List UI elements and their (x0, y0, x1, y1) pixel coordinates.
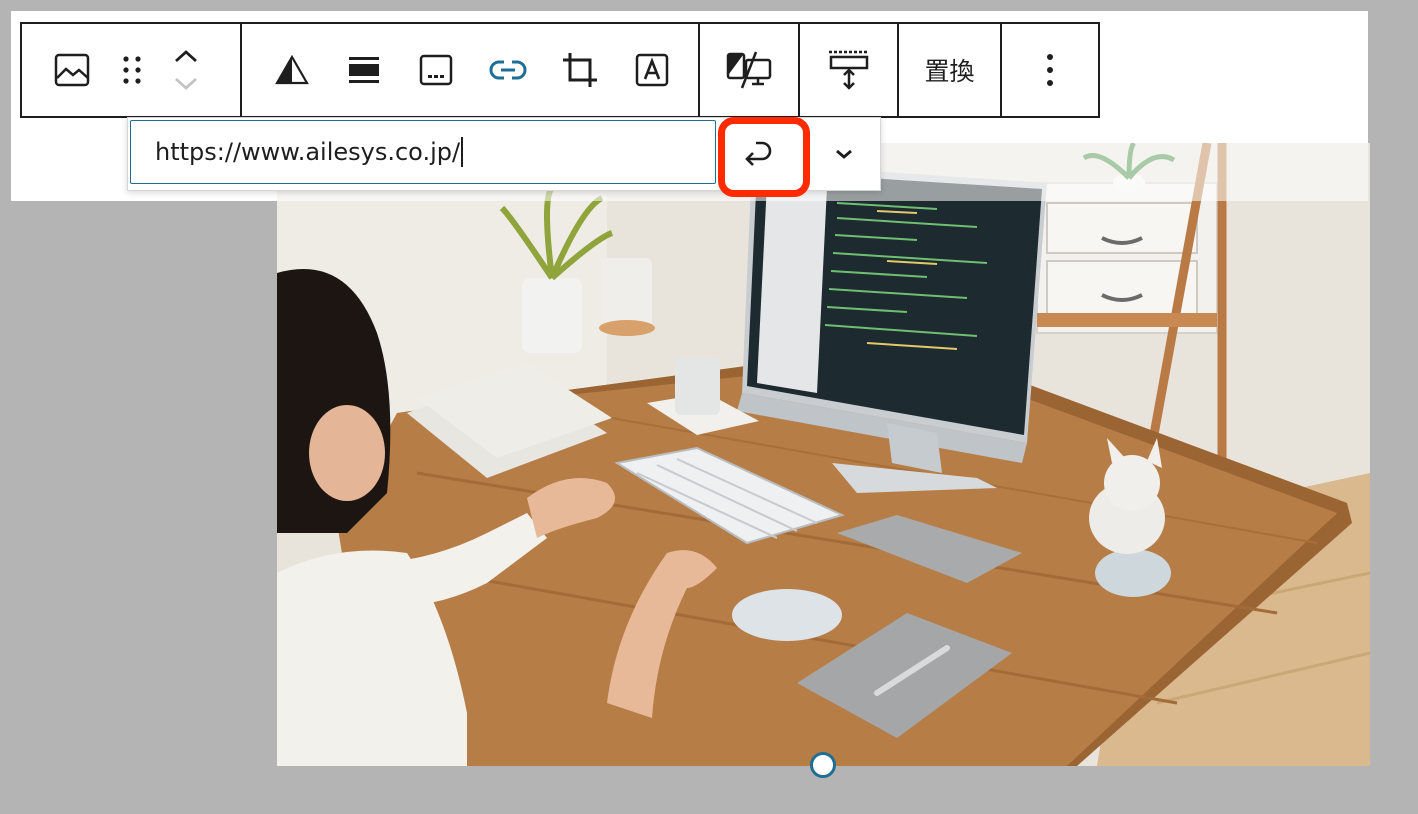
image-block[interactable] (277, 143, 1370, 766)
options-button[interactable] (1014, 34, 1086, 106)
crop-button[interactable] (544, 34, 616, 106)
text-overlay-icon (635, 53, 669, 87)
height-icon (828, 50, 869, 90)
drag-handle-icon (123, 56, 141, 84)
link-icon (489, 60, 527, 80)
align-icon (349, 57, 379, 83)
crop-icon (563, 53, 597, 87)
link-popover: https://www.ailesys.co.jp/ (127, 117, 881, 191)
image-icon (54, 53, 90, 87)
options-icon (1047, 54, 1053, 86)
chevron-down-icon (836, 149, 852, 159)
unsync-button[interactable] (713, 34, 785, 106)
move-up-icon[interactable] (173, 48, 199, 64)
toolbar-group-block (22, 24, 240, 116)
submit-button[interactable] (728, 124, 788, 184)
toolbar-group-replace: 置換 (897, 24, 1000, 116)
toolbar-group-options (1000, 24, 1098, 116)
duotone-button[interactable] (256, 34, 328, 106)
enter-return-icon (745, 141, 772, 166)
unsync-icon (726, 51, 772, 89)
height-button[interactable] (813, 34, 885, 106)
replace-button[interactable]: 置換 (918, 52, 980, 88)
workspace-photo (277, 143, 1370, 766)
link-button[interactable] (472, 34, 544, 106)
caption-button[interactable] (400, 34, 472, 106)
url-input-value: https://www.ailesys.co.jp/ (155, 138, 461, 166)
resize-handle[interactable] (810, 752, 836, 778)
image-block-button[interactable] (36, 34, 108, 106)
link-settings-toggle[interactable] (816, 124, 872, 184)
caption-icon (419, 54, 453, 86)
toolbar-group-height (798, 24, 897, 116)
url-input[interactable]: https://www.ailesys.co.jp/ (130, 120, 716, 184)
toolbar-group-tools (240, 24, 698, 116)
move-down-icon[interactable] (173, 76, 199, 92)
text-caret (461, 137, 464, 167)
move-controls (156, 34, 216, 106)
toolbar-group-sync (698, 24, 798, 116)
drag-handle-button[interactable] (108, 34, 156, 106)
block-toolbar: 置換 (20, 22, 1100, 118)
align-button[interactable] (328, 34, 400, 106)
duotone-icon (275, 55, 309, 85)
text-overlay-button[interactable] (616, 34, 688, 106)
